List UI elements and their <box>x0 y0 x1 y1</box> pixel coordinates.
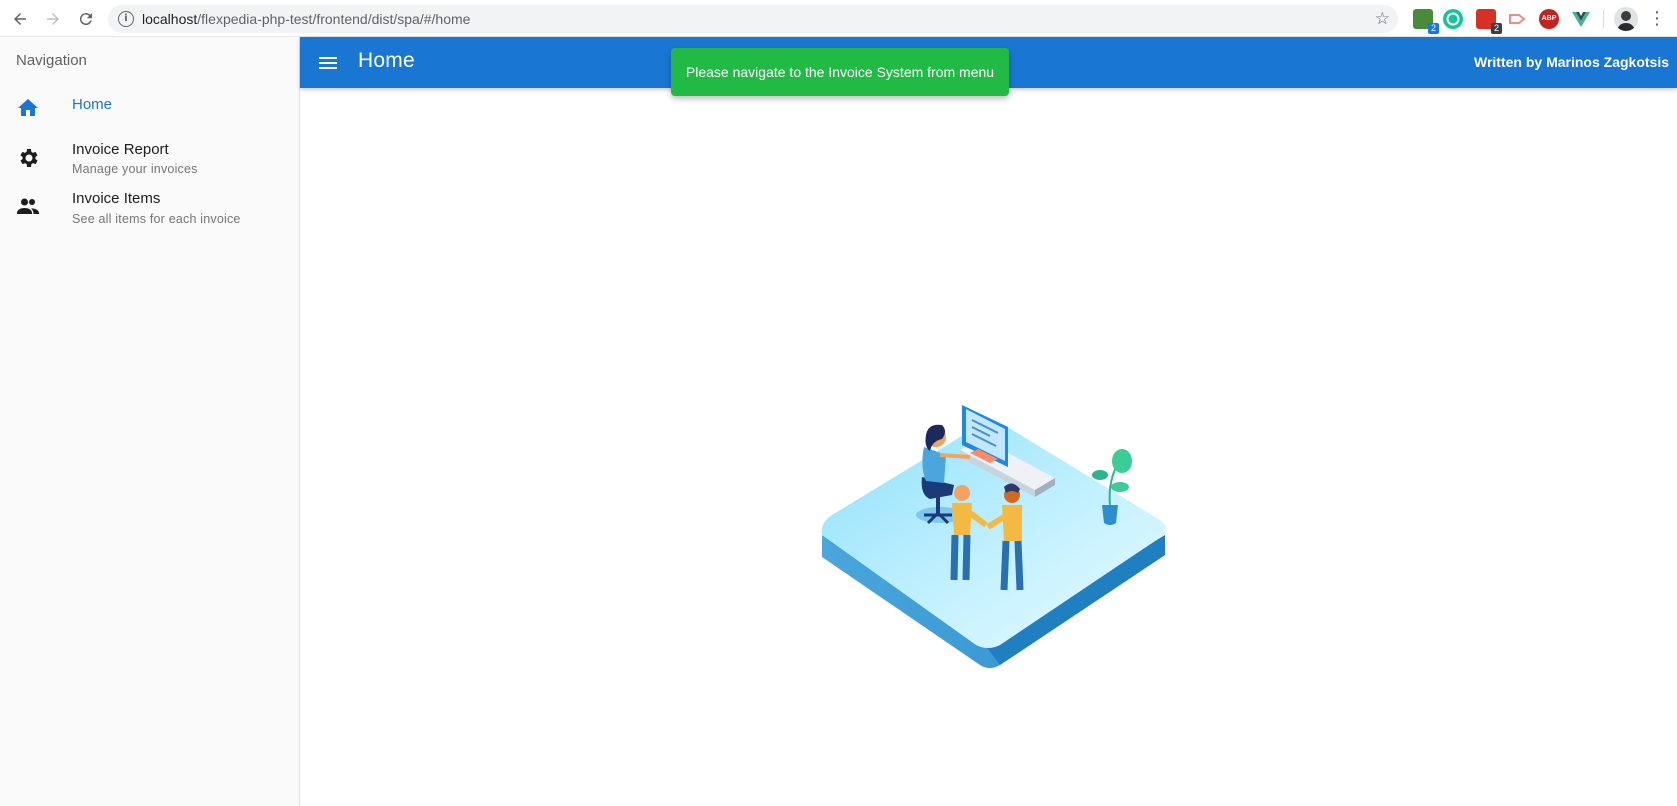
author-credit: Written by Marinos Zagkotsis <box>1474 54 1669 70</box>
star-icon[interactable]: ☆ <box>1375 9 1390 29</box>
nav-item-invoice-report[interactable]: Invoice Report Manage your invoices <box>0 127 299 176</box>
adblock-label: ABP <box>1541 15 1557 22</box>
cast-extension-icon[interactable] <box>1507 9 1527 29</box>
nav-item-label: Home <box>72 96 113 113</box>
grammarly-icon[interactable] <box>1443 9 1463 29</box>
profile-avatar[interactable] <box>1614 7 1638 31</box>
kebab-menu-icon[interactable]: ⋮ <box>1648 8 1666 30</box>
nav-item-caption: Manage your invoices <box>72 162 198 176</box>
extension-icon[interactable]: 2 <box>1413 9 1439 34</box>
extension-badge: 2 <box>1491 23 1502 34</box>
page-title: Home <box>358 49 415 72</box>
url-host: localhost <box>142 11 198 27</box>
home-icon <box>16 96 40 120</box>
notification-toast: Please navigate to the Invoice System fr… <box>671 48 1009 96</box>
address-bar[interactable]: i localhost/flexpedia-php-test/frontend/… <box>108 5 1398 33</box>
nav-item-label: Invoice Report <box>72 141 169 158</box>
url-text[interactable]: localhost/flexpedia-php-test/frontend/di… <box>142 11 470 27</box>
info-icon[interactable]: i <box>118 11 134 27</box>
vue-devtools-icon[interactable] <box>1571 9 1591 29</box>
nav-item-invoice-items[interactable]: Invoice Items See all items for each inv… <box>0 177 299 226</box>
hamburger-menu-icon[interactable] <box>316 51 340 75</box>
url-path: /flexpedia-php-test/frontend/dist/spa/#/… <box>197 11 471 27</box>
nav-item-home[interactable]: Home <box>0 84 299 130</box>
drawer-header: Navigation <box>16 52 87 69</box>
extension-badge: 2 <box>1428 23 1439 34</box>
extension-icon[interactable]: 2 <box>1476 9 1502 34</box>
browser-toolbar: i localhost/flexpedia-php-test/frontend/… <box>0 0 1677 37</box>
nav-item-caption: See all items for each invoice <box>72 212 241 226</box>
back-arrow-icon[interactable] <box>9 8 31 30</box>
office-illustration <box>820 395 1175 670</box>
navigation-drawer: Navigation Home Invoice Report Manage yo… <box>0 37 300 806</box>
forward-arrow-icon[interactable] <box>42 8 64 30</box>
reload-icon[interactable] <box>75 8 97 30</box>
people-icon <box>16 194 40 218</box>
gear-icon <box>16 146 40 170</box>
adblock-icon[interactable]: ABP <box>1539 9 1559 29</box>
nav-item-label: Invoice Items <box>72 190 161 207</box>
toolbar-divider <box>1603 10 1604 28</box>
